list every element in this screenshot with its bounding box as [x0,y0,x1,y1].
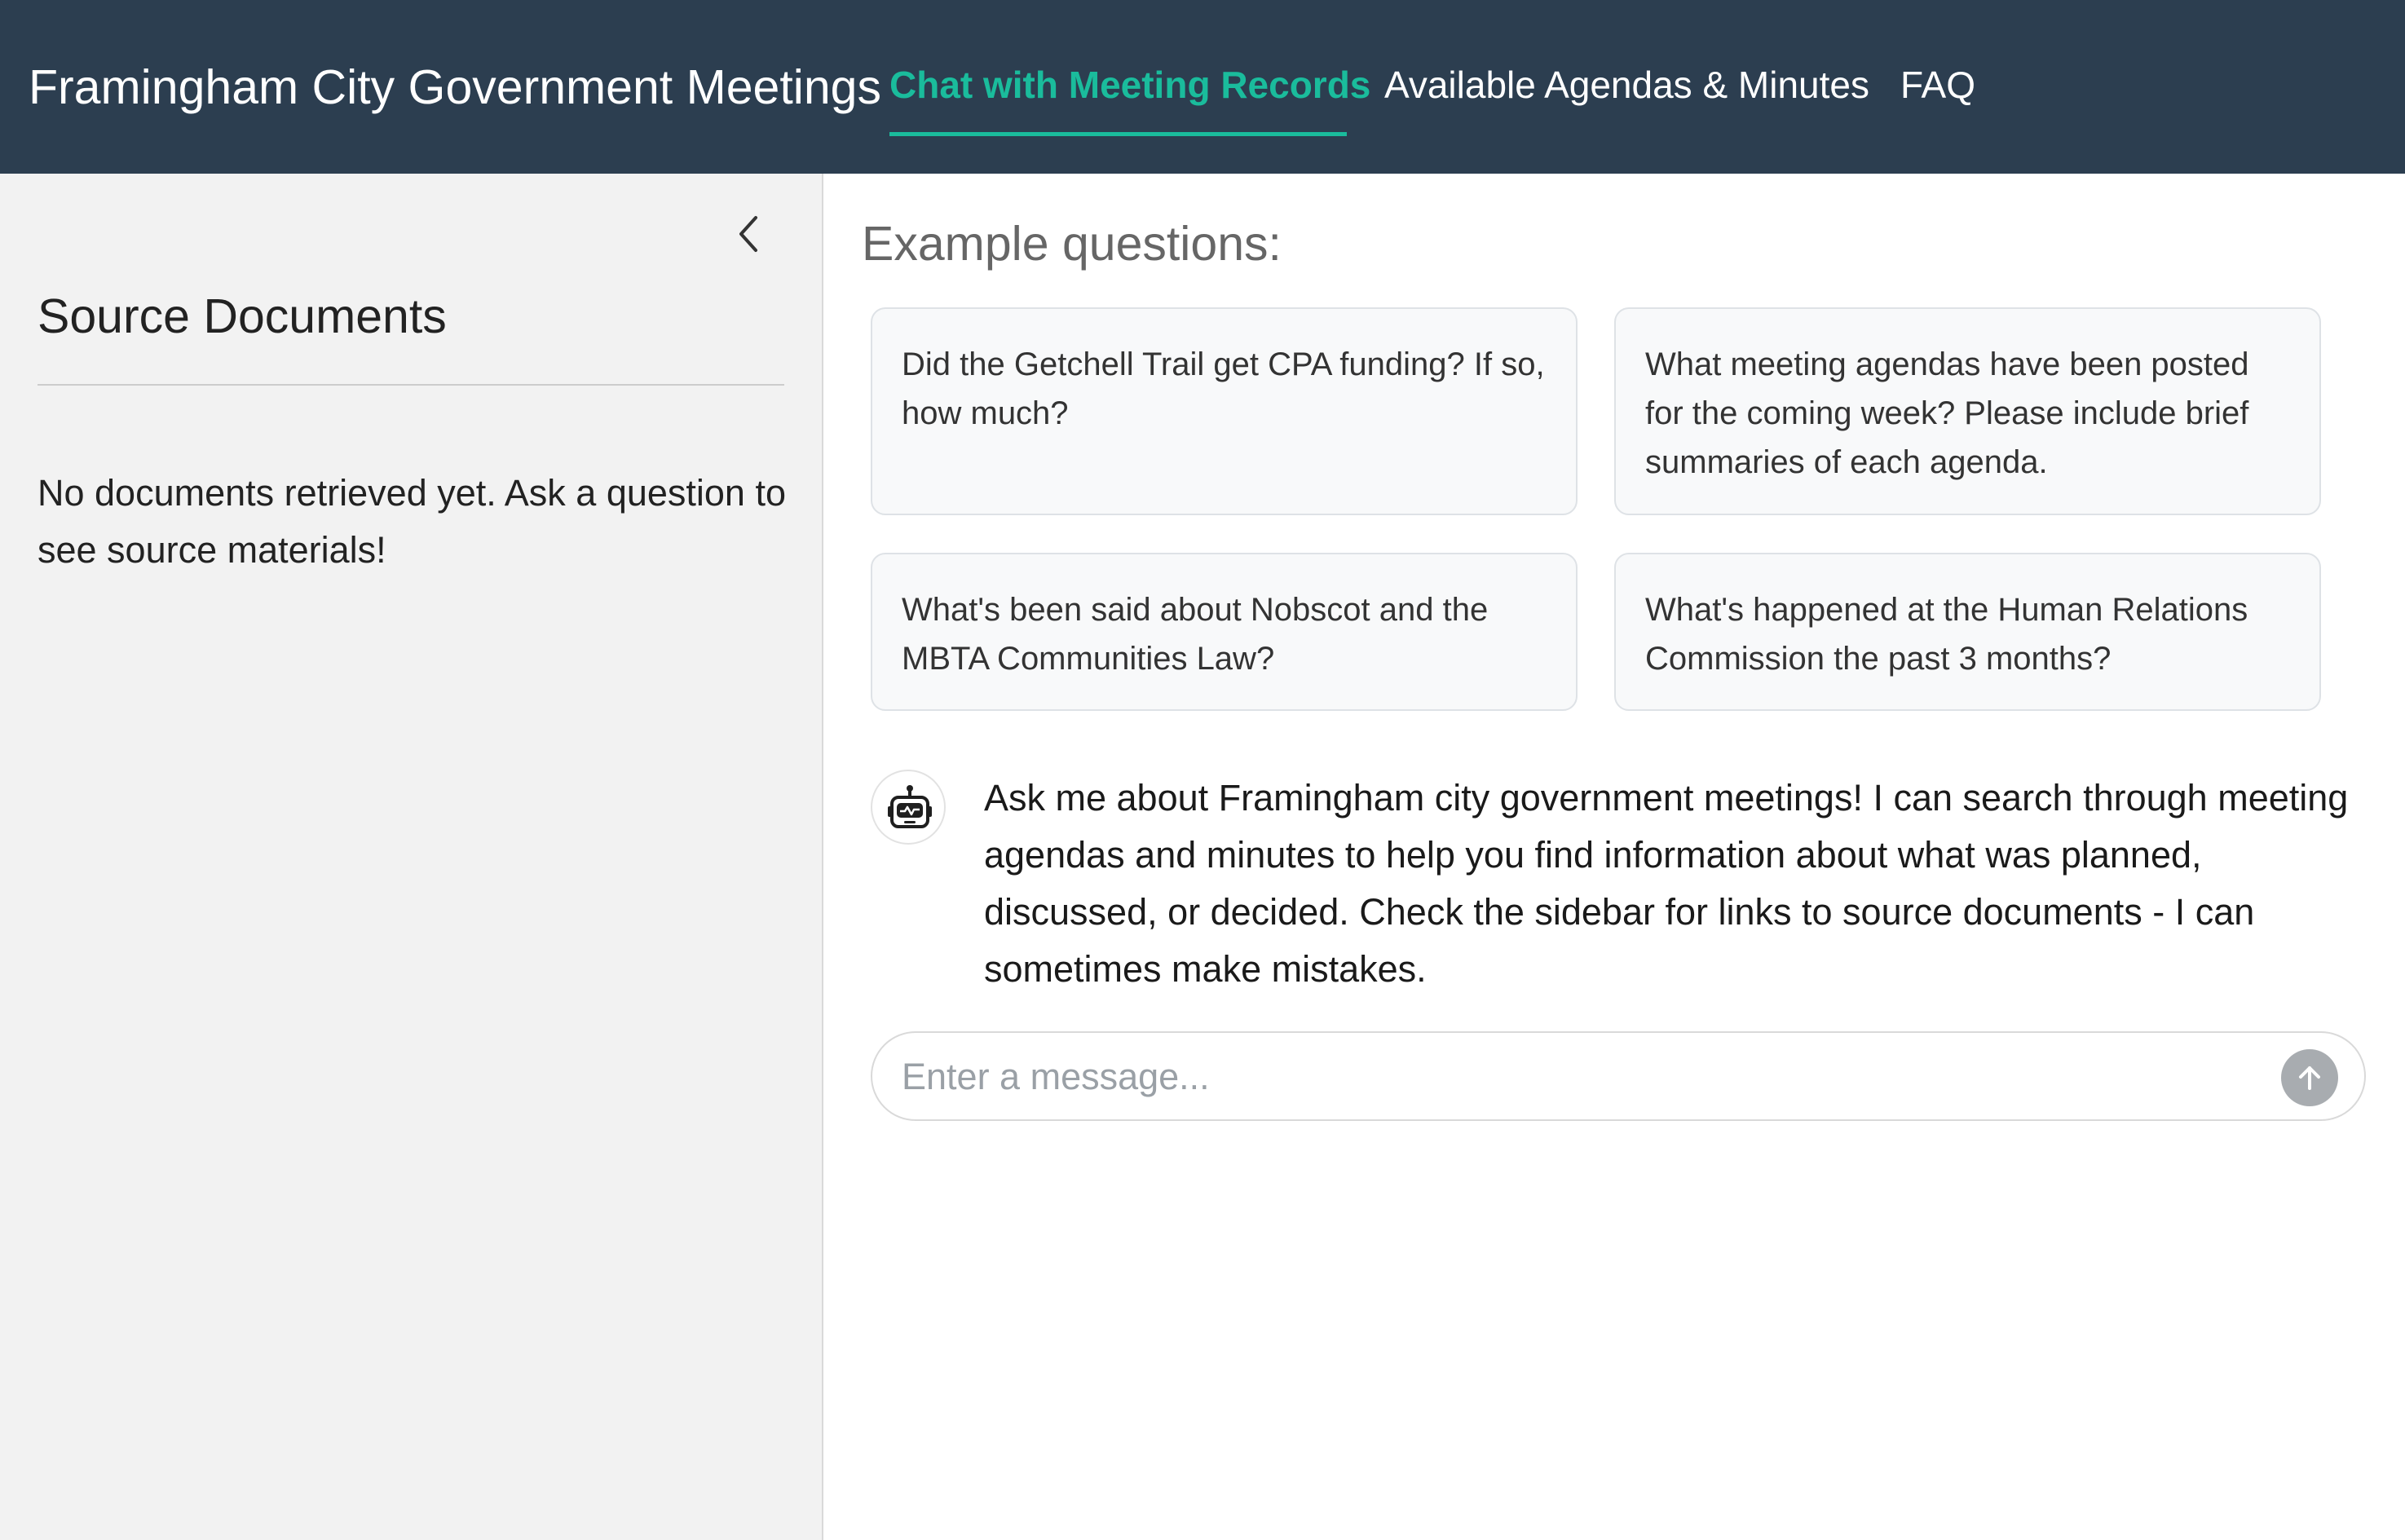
arrow-up-icon [2299,1066,2320,1090]
nav-tab-agendas-minutes[interactable]: Available Agendas & Minutes [1384,59,1869,111]
nav-tab-chat[interactable]: Chat with Meeting Records [889,59,1370,111]
nav-tab-faq[interactable]: FAQ [1900,59,1975,111]
example-question-card[interactable]: What's happened at the Human Relations C… [1614,553,2321,711]
example-questions-heading: Example questions: [862,217,1282,271]
top-navbar: Framingham City Government Meetings Chat… [0,0,2405,174]
sidebar-divider [38,384,784,386]
sidebar-title: Source Documents [38,289,447,343]
sidebar-collapse-button[interactable] [730,210,769,258]
source-documents-sidebar: Source Documents No documents retrieved … [0,174,823,1540]
chevron-left-icon [739,216,757,252]
robot-icon [888,785,932,828]
message-composer [871,1031,2366,1121]
app-title[interactable]: Framingham City Government Meetings [29,57,881,117]
example-question-card[interactable]: Did the Getchell Trail get CPA funding? … [871,307,1578,515]
message-input[interactable] [900,1049,2237,1105]
chat-panel: Example questions: Did the Getchell Trai… [823,174,2405,1540]
send-button[interactable] [2281,1049,2338,1106]
bot-avatar [871,770,946,845]
active-tab-indicator [889,132,1347,136]
sidebar-empty-message: No documents retrieved yet. Ask a questi… [38,472,786,571]
bot-welcome-message: Ask me about Framingham city government … [984,777,2349,990]
example-question-card[interactable]: What meeting agendas have been posted fo… [1614,307,2321,515]
example-question-card[interactable]: What's been said about Nobscot and the M… [871,553,1578,711]
app-window: Framingham City Government Meetings Chat… [0,0,2405,1540]
